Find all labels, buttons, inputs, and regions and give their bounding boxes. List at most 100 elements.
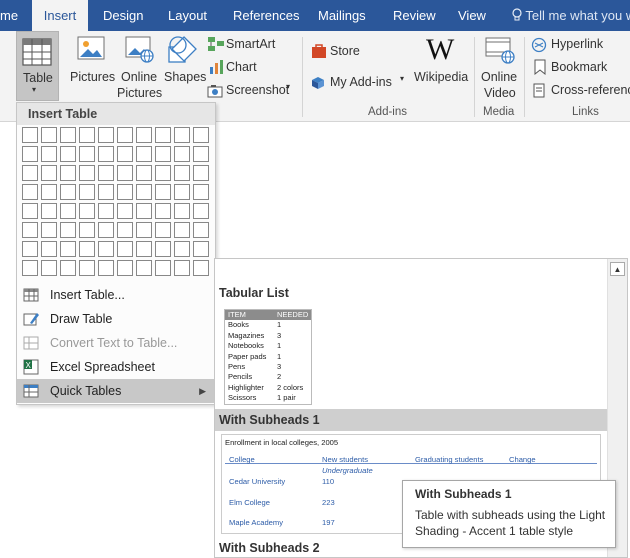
- tell-me-search[interactable]: Tell me what you w: [512, 0, 630, 31]
- tab-review[interactable]: Review: [393, 0, 436, 31]
- table-grid-cell[interactable]: [22, 203, 38, 219]
- table-grid-cell[interactable]: [60, 260, 76, 276]
- table-grid-cell[interactable]: [79, 260, 95, 276]
- table-grid-cell[interactable]: [193, 127, 209, 143]
- menu-item-convert-text[interactable]: Convert Text to Table...: [17, 331, 215, 355]
- table-grid-cell[interactable]: [79, 184, 95, 200]
- table-grid-cell[interactable]: [174, 146, 190, 162]
- online-pictures-button[interactable]: Online Pictures: [117, 31, 162, 101]
- table-grid-cell[interactable]: [136, 184, 152, 200]
- table-grid-cell[interactable]: [117, 203, 133, 219]
- table-grid-cell[interactable]: [98, 203, 114, 219]
- table-grid-cell[interactable]: [193, 241, 209, 257]
- table-grid-cell[interactable]: [41, 127, 57, 143]
- table-grid-cell[interactable]: [136, 203, 152, 219]
- table-button[interactable]: Table ▾: [16, 31, 59, 101]
- table-grid-cell[interactable]: [117, 241, 133, 257]
- tab-view[interactable]: View: [458, 0, 486, 31]
- menu-item-draw-table[interactable]: Draw Table: [17, 307, 215, 331]
- table-grid-cell[interactable]: [79, 222, 95, 238]
- table-grid-cell[interactable]: [155, 241, 171, 257]
- table-grid-cell[interactable]: [117, 127, 133, 143]
- tab-mailings[interactable]: Mailings: [318, 0, 366, 31]
- tab-references[interactable]: References: [233, 0, 299, 31]
- table-grid-cell[interactable]: [79, 146, 95, 162]
- table-grid-cell[interactable]: [60, 203, 76, 219]
- table-grid-cell[interactable]: [60, 184, 76, 200]
- table-grid-cell[interactable]: [79, 127, 95, 143]
- table-grid-cell[interactable]: [41, 222, 57, 238]
- hyperlink-button[interactable]: Hyperlink: [530, 35, 630, 55]
- tab-layout[interactable]: Layout: [168, 0, 207, 31]
- table-grid-cell[interactable]: [193, 146, 209, 162]
- tab-insert[interactable]: Insert: [32, 0, 88, 31]
- table-grid-cell[interactable]: [174, 127, 190, 143]
- online-video-button[interactable]: Online Video: [478, 31, 520, 101]
- table-grid-cell[interactable]: [22, 260, 38, 276]
- menu-item-insert-table[interactable]: Insert Table...: [17, 283, 215, 307]
- table-grid-cell[interactable]: [98, 241, 114, 257]
- tab-home[interactable]: me: [0, 0, 18, 31]
- table-grid-cell[interactable]: [155, 222, 171, 238]
- table-grid-cell[interactable]: [117, 146, 133, 162]
- table-grid-cell[interactable]: [60, 241, 76, 257]
- table-grid-cell[interactable]: [22, 146, 38, 162]
- table-grid-cell[interactable]: [193, 184, 209, 200]
- screenshot-button[interactable]: Screenshot ▾: [206, 81, 296, 101]
- table-grid-cell[interactable]: [155, 165, 171, 181]
- table-grid-cell[interactable]: [136, 127, 152, 143]
- table-grid-cell[interactable]: [98, 260, 114, 276]
- table-grid-cell[interactable]: [98, 184, 114, 200]
- table-grid-cell[interactable]: [22, 241, 38, 257]
- table-grid-cell[interactable]: [79, 165, 95, 181]
- table-grid-cell[interactable]: [60, 146, 76, 162]
- tabular-list-preview[interactable]: ITEM NEEDED Books 1 Magazines 3 Notebooks 1 Pa…: [224, 309, 312, 405]
- table-grid-cell[interactable]: [136, 241, 152, 257]
- table-grid-cell[interactable]: [155, 184, 171, 200]
- table-grid-cell[interactable]: [174, 165, 190, 181]
- table-grid-cell[interactable]: [41, 241, 57, 257]
- table-grid-cell[interactable]: [174, 184, 190, 200]
- table-grid-cell[interactable]: [155, 146, 171, 162]
- table-grid-cell[interactable]: [22, 127, 38, 143]
- table-grid-cell[interactable]: [22, 165, 38, 181]
- table-grid-cell[interactable]: [174, 260, 190, 276]
- table-grid-cell[interactable]: [79, 203, 95, 219]
- wikipedia-button[interactable]: W Wikipedia: [412, 31, 470, 101]
- table-grid-cell[interactable]: [79, 241, 95, 257]
- table-grid-cell[interactable]: [41, 203, 57, 219]
- tab-design[interactable]: Design: [103, 0, 143, 31]
- table-grid-cell[interactable]: [174, 203, 190, 219]
- table-grid-cell[interactable]: [193, 165, 209, 181]
- table-grid-cell[interactable]: [41, 165, 57, 181]
- table-grid-cell[interactable]: [136, 260, 152, 276]
- table-grid-cell[interactable]: [22, 222, 38, 238]
- table-grid-cell[interactable]: [155, 260, 171, 276]
- table-grid-cell[interactable]: [98, 127, 114, 143]
- table-grid-cell[interactable]: [174, 241, 190, 257]
- table-grid-cell[interactable]: [155, 203, 171, 219]
- menu-item-quick-tables[interactable]: Quick Tables ▶: [17, 379, 215, 403]
- table-grid-cell[interactable]: [117, 260, 133, 276]
- table-grid-cell[interactable]: [98, 222, 114, 238]
- table-grid-cell[interactable]: [193, 203, 209, 219]
- store-button[interactable]: Store: [310, 41, 370, 61]
- table-grid-cell[interactable]: [117, 184, 133, 200]
- my-addins-button[interactable]: My Add-ins ▾: [310, 72, 410, 92]
- table-grid-cell[interactable]: [117, 222, 133, 238]
- table-grid-cell[interactable]: [98, 146, 114, 162]
- table-grid-cell[interactable]: [117, 165, 133, 181]
- table-grid-cell[interactable]: [22, 184, 38, 200]
- table-grid-cell[interactable]: [60, 127, 76, 143]
- table-grid-cell[interactable]: [41, 260, 57, 276]
- table-grid-cell[interactable]: [60, 165, 76, 181]
- scroll-up-arrow-icon[interactable]: ▲: [610, 262, 625, 276]
- shapes-button[interactable]: Shapes: [162, 31, 206, 101]
- table-grid-cell[interactable]: [155, 127, 171, 143]
- table-grid-cell[interactable]: [41, 146, 57, 162]
- table-grid-cell[interactable]: [136, 222, 152, 238]
- table-grid-cell[interactable]: [193, 222, 209, 238]
- table-grid-cell[interactable]: [60, 222, 76, 238]
- chart-button[interactable]: Chart: [206, 58, 266, 78]
- table-grid-cell[interactable]: [136, 146, 152, 162]
